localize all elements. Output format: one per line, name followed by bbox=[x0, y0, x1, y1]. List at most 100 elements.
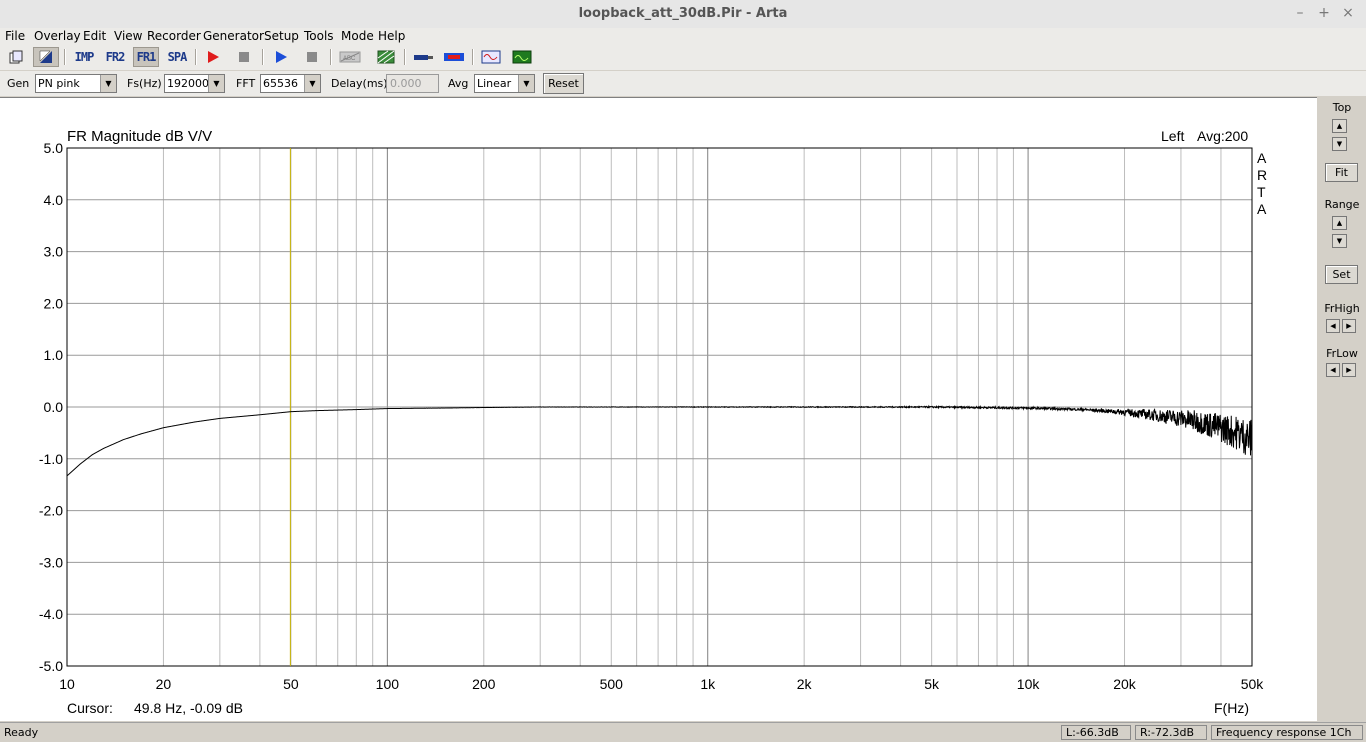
delay-label: Delay(ms) bbox=[331, 77, 388, 90]
set-button[interactable]: Set bbox=[1325, 265, 1358, 284]
chart-title: FR Magnitude dB V/V bbox=[67, 128, 212, 145]
y-tick-label: -4.0 bbox=[39, 606, 63, 622]
sample-rate-select[interactable]: 192000 ▼ bbox=[164, 74, 225, 93]
abc-icon[interactable]: ABC bbox=[338, 47, 362, 67]
x-tick-label: 20k bbox=[1113, 676, 1137, 692]
range-down-icon[interactable]: ▼ bbox=[1332, 234, 1347, 248]
chevron-down-icon: ▼ bbox=[304, 75, 320, 92]
maximize-icon[interactable]: + bbox=[1315, 5, 1333, 21]
control-bar: Gen PN pink ▼ Fs(Hz) 192000 ▼ FFT 65536 … bbox=[0, 71, 1366, 96]
generator-select[interactable]: PN pink ▼ bbox=[35, 74, 117, 93]
fs-label: Fs(Hz) bbox=[127, 77, 162, 90]
brand-letter: A bbox=[1257, 201, 1267, 217]
gen-label: Gen bbox=[7, 77, 30, 90]
y-tick-label: -3.0 bbox=[39, 554, 63, 570]
avg-count-label: Avg:200 bbox=[1197, 128, 1248, 144]
y-tick-label: -1.0 bbox=[39, 451, 63, 467]
reset-button[interactable]: Reset bbox=[543, 73, 584, 94]
toolbar: IMP FR2 FR1 SPA ABC bbox=[0, 45, 1366, 70]
stop-icon[interactable] bbox=[234, 47, 254, 67]
x-tick-label: 5k bbox=[924, 676, 940, 692]
x-tick-label: 100 bbox=[376, 676, 400, 692]
fr2-mode-button[interactable]: FR2 bbox=[102, 47, 128, 67]
brand-letter: T bbox=[1257, 184, 1266, 200]
x-tick-label: 200 bbox=[472, 676, 496, 692]
menu-generator[interactable]: Generator bbox=[203, 29, 264, 43]
frhigh-right-icon[interactable]: ▶ bbox=[1342, 319, 1356, 333]
x-tick-label: 50 bbox=[283, 676, 299, 692]
frhigh-left-icon[interactable]: ◀ bbox=[1326, 319, 1340, 333]
x-tick-label: 10 bbox=[59, 676, 75, 692]
frlow-left-icon[interactable]: ◀ bbox=[1326, 363, 1340, 377]
fft-label: FFT bbox=[236, 77, 256, 90]
menu-overlay[interactable]: Overlay bbox=[34, 29, 81, 43]
x-tick-label: 10k bbox=[1017, 676, 1041, 692]
fr1-mode-button[interactable]: FR1 bbox=[133, 47, 159, 67]
frlow-right-icon[interactable]: ▶ bbox=[1342, 363, 1356, 377]
delay-field[interactable]: 0.000 bbox=[386, 74, 439, 93]
brand-letter: A bbox=[1257, 150, 1267, 166]
averaging-select[interactable]: Linear ▼ bbox=[474, 74, 535, 93]
x-tick-label: 2k bbox=[797, 676, 813, 692]
response-trace bbox=[66, 404, 1253, 477]
top-up-icon[interactable]: ▲ bbox=[1332, 119, 1347, 133]
channel-label: Left bbox=[1161, 128, 1184, 144]
menu-recorder[interactable]: Recorder bbox=[147, 29, 201, 43]
top-down-icon[interactable]: ▼ bbox=[1332, 137, 1347, 151]
top-label: Top bbox=[1332, 101, 1352, 114]
right-level: R:-72.3dB bbox=[1135, 725, 1207, 740]
generator-icon[interactable] bbox=[479, 47, 503, 67]
menu-view[interactable]: View bbox=[114, 29, 142, 43]
menu-mode[interactable]: Mode bbox=[341, 29, 374, 43]
left-level: L:-66.3dB bbox=[1061, 725, 1131, 740]
frlow-label: FrLow bbox=[1326, 347, 1358, 360]
range-up-icon[interactable]: ▲ bbox=[1332, 216, 1347, 230]
menu-tools[interactable]: Tools bbox=[304, 29, 334, 43]
x-tick-label: 1k bbox=[700, 676, 716, 692]
status-bar: Ready L:-66.3dB R:-72.3dB Frequency resp… bbox=[0, 722, 1366, 742]
y-tick-label: 4.0 bbox=[44, 192, 64, 208]
menu-help[interactable]: Help bbox=[378, 29, 405, 43]
file-icon[interactable] bbox=[6, 47, 26, 67]
plot-area[interactable]: -5.0 -4.0 -3.0 -2.0 -1.0 0.0 1.0 2.0 3.0 4.0 5.0 1… bbox=[0, 97, 1317, 721]
fit-button[interactable]: Fit bbox=[1325, 163, 1358, 182]
stop-playback-icon[interactable] bbox=[302, 47, 322, 67]
chevron-down-icon: ▼ bbox=[100, 75, 116, 92]
menu-setup[interactable]: Setup bbox=[264, 29, 299, 43]
cursor-label: Cursor: bbox=[67, 700, 113, 716]
side-panel: Top ▲ ▼ Fit Range ▲ ▼ Set FrHigh ◀ ▶ FrL… bbox=[1318, 97, 1366, 720]
y-tick-label: -2.0 bbox=[39, 503, 63, 519]
y-tick-label: 1.0 bbox=[44, 347, 64, 363]
probe-icon[interactable] bbox=[411, 47, 435, 67]
fft-size-select[interactable]: 65536 ▼ bbox=[260, 74, 321, 93]
mode-indicator: Frequency response 1Ch bbox=[1211, 725, 1363, 740]
levels-icon[interactable] bbox=[442, 47, 466, 67]
x-axis-unit: F(Hz) bbox=[1214, 700, 1249, 716]
chevron-down-icon: ▼ bbox=[518, 75, 534, 92]
record-icon[interactable] bbox=[203, 47, 223, 67]
menu-bar: File Overlay Edit View Recorder Generato… bbox=[0, 28, 1366, 45]
y-tick-label: 2.0 bbox=[44, 295, 64, 311]
x-tick-label: 50k bbox=[1241, 676, 1265, 692]
x-tick-label: 20 bbox=[156, 676, 172, 692]
overlay-icon[interactable] bbox=[33, 47, 59, 67]
minimize-icon[interactable]: – bbox=[1291, 5, 1309, 21]
imp-mode-button[interactable]: IMP bbox=[71, 47, 97, 67]
y-tick-label: 5.0 bbox=[44, 140, 64, 156]
close-icon[interactable]: × bbox=[1339, 5, 1357, 21]
grid-icon[interactable] bbox=[375, 47, 397, 67]
menu-edit[interactable]: Edit bbox=[83, 29, 106, 43]
play-icon[interactable] bbox=[271, 47, 291, 67]
frequency-response-chart[interactable]: -5.0 -4.0 -3.0 -2.0 -1.0 0.0 1.0 2.0 3.0 4.0 5.0 1… bbox=[0, 98, 1317, 721]
status-text: Ready bbox=[4, 726, 39, 739]
spa-mode-button[interactable]: SPA bbox=[164, 47, 190, 67]
cursor-readout: 49.8 Hz, -0.09 dB bbox=[134, 700, 243, 716]
frhigh-label: FrHigh bbox=[1324, 302, 1360, 315]
y-tick-label: 3.0 bbox=[44, 244, 64, 260]
scope-icon[interactable] bbox=[510, 47, 534, 67]
x-tick-label: 500 bbox=[600, 676, 624, 692]
window-title: loopback_att_30dB.Pir - Arta bbox=[578, 6, 788, 21]
y-tick-label: -5.0 bbox=[39, 658, 63, 674]
menu-file[interactable]: File bbox=[5, 29, 25, 43]
title-bar: loopback_att_30dB.Pir - Arta – + × bbox=[0, 0, 1366, 29]
